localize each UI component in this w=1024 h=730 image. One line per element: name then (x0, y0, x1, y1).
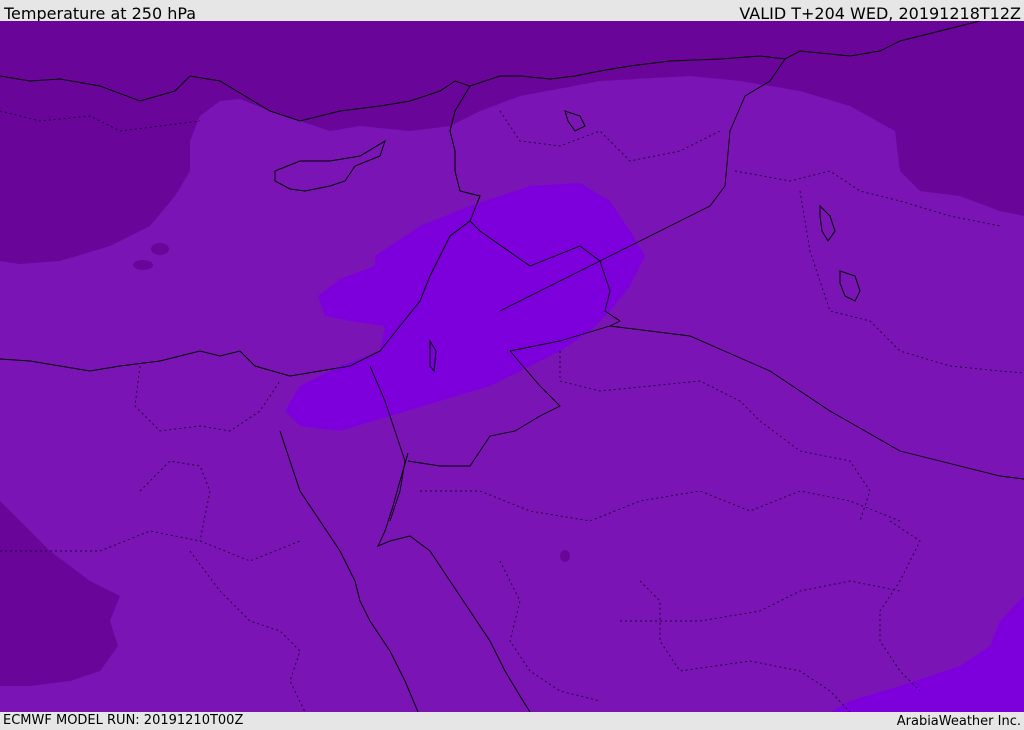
temperature-cell-cold (133, 260, 153, 270)
temperature-cell-cold (151, 243, 169, 255)
footer-bar: ECMWF MODEL RUN: 20191210T00Z ArabiaWeat… (0, 712, 1024, 729)
model-run-label: ECMWF MODEL RUN: 20191210T00Z (3, 713, 244, 728)
header-bar: Temperature at 250 hPa VALID T+204 WED, … (0, 0, 1024, 23)
map-canvas (0, 21, 1024, 712)
temperature-cell-cold (560, 550, 570, 562)
credit-label: ArabiaWeather Inc. (896, 714, 1021, 729)
weather-map[interactable] (0, 21, 1024, 712)
